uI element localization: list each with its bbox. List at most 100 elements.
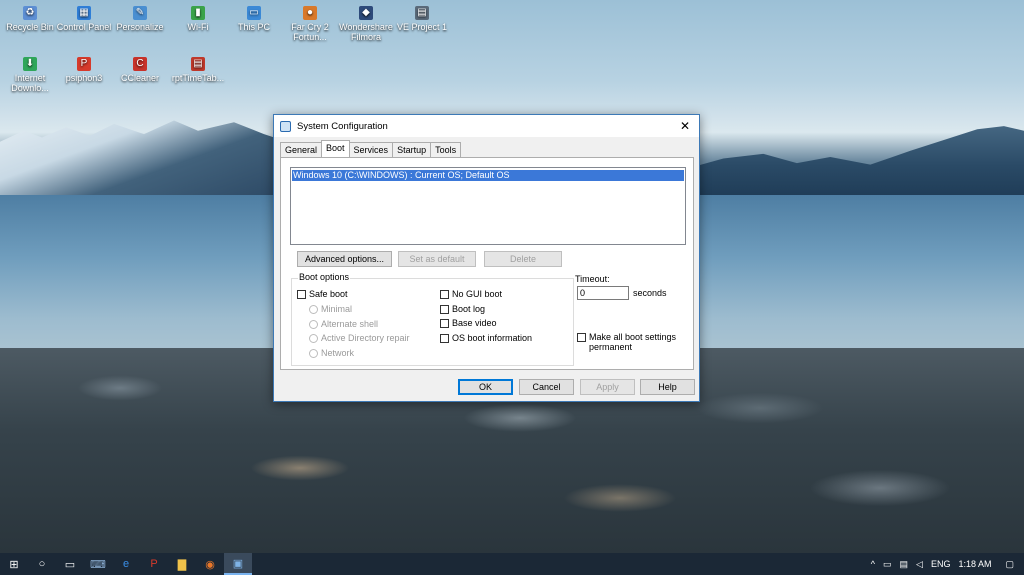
desktop-icon-glyph-icon: ▦ [77, 6, 91, 20]
radio-button[interactable] [309, 333, 318, 343]
boot-options-legend: Boot options [298, 272, 351, 282]
taskbar-msconfig-icon[interactable]: ▣ [224, 553, 252, 575]
make-permanent-checkbox[interactable]: Make all boot settings permanent [577, 332, 677, 352]
desktop-icon-glyph-icon: ▭ [247, 6, 261, 20]
desktop-icon[interactable]: ▤ rptTimeTab... [170, 57, 226, 83]
desktop-icon-label: VE Project 1 [396, 22, 448, 32]
wallpaper-mountains-left [0, 120, 300, 197]
notifications-icon[interactable]: ▢ [995, 559, 1024, 570]
desktop-icon-glyph-icon: ♻ [23, 6, 37, 20]
boot-log-checkbox[interactable]: Boot log [440, 304, 485, 314]
taskbar-file-explorer-icon[interactable]: ▇ [168, 553, 196, 575]
make-permanent-label: Make all boot settings permanent [589, 332, 677, 352]
desktop-icon[interactable]: ◆ Wondershare Filmora [338, 6, 394, 42]
radio-active-directory-label: Active Directory repair [321, 333, 410, 343]
set-as-default-button[interactable]: Set as default [398, 251, 476, 267]
no-gui-boot-label: No GUI boot [452, 289, 503, 299]
safe-boot-checkbox[interactable]: Safe boot [297, 289, 348, 299]
tab-tools[interactable]: Tools [430, 142, 462, 157]
os-boot-information-checkbox[interactable]: OS boot information [440, 333, 532, 343]
desktop-icon[interactable]: ● Far Cry 2 Fortun... [282, 6, 338, 42]
language-indicator[interactable]: ENG [927, 559, 955, 569]
taskbar-task-view-icon[interactable]: ▭ [56, 553, 84, 575]
tab-boot[interactable]: Boot [321, 140, 350, 157]
apply-button[interactable]: Apply [580, 379, 635, 395]
desktop-icon-label: Personalize [116, 22, 164, 32]
base-video-label: Base video [452, 318, 497, 328]
boot-options-group: Boot options Safe boot Minimal Alternate… [291, 272, 574, 366]
battery-icon[interactable]: ▭ [879, 559, 896, 570]
taskbar-items: ⊞ ○ ▭ ⌨ e P ▇ ◉ ▣ [0, 553, 252, 575]
tray-chevron-icon[interactable]: ^ [867, 559, 879, 569]
tab-services[interactable]: Services [348, 142, 394, 157]
tab-strip: General Boot Services Startup Tools [280, 140, 462, 157]
dialog-titlebar[interactable]: System Configuration ✕ [274, 115, 699, 137]
taskbar: ⊞ ○ ▭ ⌨ e P ▇ ◉ ▣ ^ ▭ ▤ ◁ ENG 1:18 AM ▢ [0, 553, 1024, 575]
desktop-icon-glyph-icon: ▤ [415, 6, 429, 20]
os-list-item[interactable]: Windows 10 (C:\WINDOWS) : Current OS; De… [292, 170, 684, 181]
taskbar-firefox-icon[interactable]: ◉ [196, 553, 224, 575]
desktop-icon-glyph-icon: ● [303, 6, 317, 20]
radio-alternate-shell[interactable]: Alternate shell [309, 319, 378, 329]
system-configuration-dialog: System Configuration ✕ General Boot Serv… [273, 114, 700, 402]
taskbar-edge-icon[interactable]: e [112, 553, 140, 575]
wallpaper-mountains-right [690, 126, 1024, 197]
checkbox-box[interactable] [440, 333, 449, 343]
desktop-icon-label: Internet Downlo... [11, 73, 49, 93]
desktop-icon-glyph-icon: ◆ [359, 6, 373, 20]
timeout-unit: seconds [633, 288, 667, 298]
checkbox-box[interactable] [440, 304, 449, 314]
dialog-title: System Configuration [297, 120, 388, 132]
checkbox-box[interactable] [440, 289, 449, 299]
close-icon[interactable]: ✕ [671, 115, 699, 137]
base-video-checkbox[interactable]: Base video [440, 318, 497, 328]
desktop-icon[interactable]: ▮ Wi-Fi [170, 6, 226, 32]
clock[interactable]: 1:18 AM [954, 559, 995, 569]
taskbar-psiphon-icon[interactable]: P [140, 553, 168, 575]
desktop-icon[interactable]: C CCleaner [112, 57, 168, 83]
taskbar-search-icon[interactable]: ○ [28, 553, 56, 575]
desktop-icon-label: Far Cry 2 Fortun... [291, 22, 329, 42]
desktop-icon[interactable]: ▦ Control Panel [56, 6, 112, 32]
os-boot-information-label: OS boot information [452, 333, 533, 343]
cancel-button[interactable]: Cancel [519, 379, 574, 395]
radio-button[interactable] [309, 348, 318, 358]
desktop-icon-label: psiphon3 [65, 73, 103, 83]
tab-startup[interactable]: Startup [392, 142, 432, 157]
desktop-icon[interactable]: ♻ Recycle Bin [2, 6, 58, 32]
radio-button[interactable] [309, 304, 318, 314]
desktop-icon-glyph-icon: P [77, 57, 91, 71]
volume-icon[interactable]: ◁ [912, 559, 927, 570]
os-list[interactable]: Windows 10 (C:\WINDOWS) : Current OS; De… [290, 167, 686, 245]
desktop-icon-label: CCleaner [120, 73, 160, 83]
radio-minimal-label: Minimal [321, 304, 353, 314]
checkbox-box[interactable] [440, 318, 449, 328]
desktop-icon[interactable]: ⬇ Internet Downlo... [2, 57, 58, 93]
desktop-icon-label: Wi-Fi [187, 22, 209, 32]
advanced-options-button[interactable]: Advanced options... [297, 251, 392, 267]
help-button[interactable]: Help [640, 379, 695, 395]
radio-button[interactable] [309, 319, 318, 329]
desktop-icon[interactable]: ▤ VE Project 1 [394, 6, 450, 32]
checkbox-box[interactable] [297, 289, 306, 299]
desktop-icon-label: Recycle Bin [6, 22, 54, 32]
ok-button[interactable]: OK [458, 379, 513, 395]
delete-button[interactable]: Delete [484, 251, 562, 267]
timeout-input[interactable]: 0 [577, 286, 629, 300]
no-gui-boot-checkbox[interactable]: No GUI boot [440, 289, 502, 299]
checkbox-box[interactable] [577, 333, 586, 342]
desktop-icon[interactable]: Ppsiphon3 [56, 57, 112, 83]
network-icon[interactable]: ▤ [896, 559, 913, 570]
taskbar-keyboard-icon[interactable]: ⌨ [84, 553, 112, 575]
tab-general[interactable]: General [280, 142, 323, 157]
desktop-icon-label: This PC [237, 22, 270, 32]
msconfig-icon [280, 120, 291, 132]
safe-boot-label: Safe boot [309, 289, 348, 299]
taskbar-windows-start-icon[interactable]: ⊞ [0, 553, 28, 575]
desktop-icon[interactable]: ✎ Personalize [112, 6, 168, 32]
radio-active-directory-repair[interactable]: Active Directory repair [309, 333, 410, 343]
radio-minimal[interactable]: Minimal [309, 304, 352, 314]
desktop-icon[interactable]: ▭ This PC [226, 6, 282, 32]
desktop-icon-label: rptTimeTab... [171, 73, 225, 83]
radio-network[interactable]: Network [309, 348, 354, 358]
